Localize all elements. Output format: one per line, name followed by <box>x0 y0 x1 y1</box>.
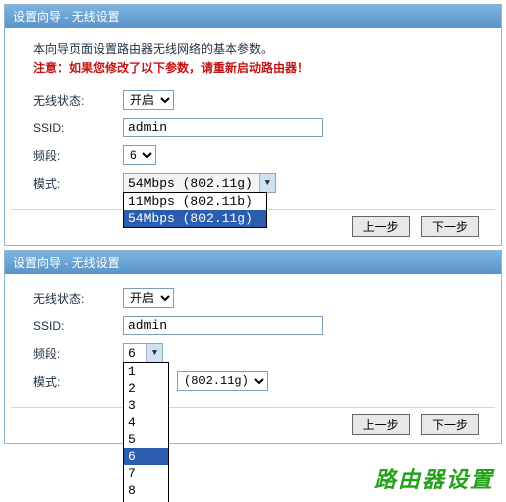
intro-text: 本向导页面设置路由器无线网络的基本参数。 <box>33 40 473 57</box>
channel-select[interactable]: 6 <box>123 145 156 165</box>
wireless-status-select[interactable]: 开启 <box>123 288 174 308</box>
channel-option[interactable]: 5 <box>124 431 168 448</box>
ssid-label: SSID: <box>33 319 123 333</box>
next-button[interactable]: 下一步 <box>421 414 479 435</box>
channel-option[interactable]: 1 <box>124 363 168 380</box>
channel-option[interactable]: 8 <box>124 482 168 499</box>
channel-option[interactable]: 7 <box>124 465 168 482</box>
panel-title: 设置向导 - 无线设置 <box>5 251 501 274</box>
wireless-label: 无线状态: <box>33 92 123 109</box>
ssid-input[interactable] <box>123 118 323 137</box>
prev-button[interactable]: 上一步 <box>352 216 410 237</box>
mode-dropdown: 11Mbps (802.11b) 54Mbps (802.11g) <box>123 192 267 228</box>
prev-button[interactable]: 上一步 <box>352 414 410 435</box>
wireless-status-select[interactable]: 开启 <box>123 90 174 110</box>
chevron-down-icon: ▼ <box>146 344 162 362</box>
next-button[interactable]: 下一步 <box>421 216 479 237</box>
channel-option[interactable]: 3 <box>124 397 168 414</box>
panel-content: 本向导页面设置路由器无线网络的基本参数。 注意：如果您修改了以下参数，请重新启动… <box>5 28 501 209</box>
channel-option[interactable]: 2 <box>124 380 168 397</box>
mode-label: 模式: <box>33 373 123 390</box>
warning-text: 注意：如果您修改了以下参数，请重新启动路由器！ <box>33 59 473 76</box>
mode-select[interactable]: (802.11g) <box>177 371 268 391</box>
channel-label: 频段: <box>33 147 123 164</box>
channel-dropdown: 12345678910111213 <box>123 362 169 502</box>
panel-content: 无线状态: 开启 SSID: 频段: 6 ▼ 12345678910111213… <box>5 274 501 407</box>
mode-select[interactable]: 54Mbps (802.11g) ▼ <box>123 173 276 193</box>
panel-title: 设置向导 - 无线设置 <box>5 5 501 28</box>
button-bar: 上一步 下一步 <box>11 407 495 443</box>
mode-option[interactable]: 11Mbps (802.11b) <box>124 193 266 210</box>
wireless-label: 无线状态: <box>33 290 123 307</box>
channel-label: 频段: <box>33 345 123 362</box>
channel-option[interactable]: 6 <box>124 448 168 465</box>
ssid-label: SSID: <box>33 121 123 135</box>
mode-label: 模式: <box>33 175 123 192</box>
chevron-down-icon: ▼ <box>259 174 275 192</box>
watermark-text: 路由器设置 <box>374 462 494 494</box>
channel-option[interactable]: 4 <box>124 414 168 431</box>
ssid-input[interactable] <box>123 316 323 335</box>
wizard-panel-1: 设置向导 - 无线设置 本向导页面设置路由器无线网络的基本参数。 注意：如果您修… <box>4 4 502 246</box>
wizard-panel-2: 设置向导 - 无线设置 无线状态: 开启 SSID: 频段: 6 ▼ 12345… <box>4 250 502 444</box>
channel-select[interactable]: 6 ▼ <box>123 343 163 363</box>
mode-option[interactable]: 54Mbps (802.11g) <box>124 210 266 227</box>
